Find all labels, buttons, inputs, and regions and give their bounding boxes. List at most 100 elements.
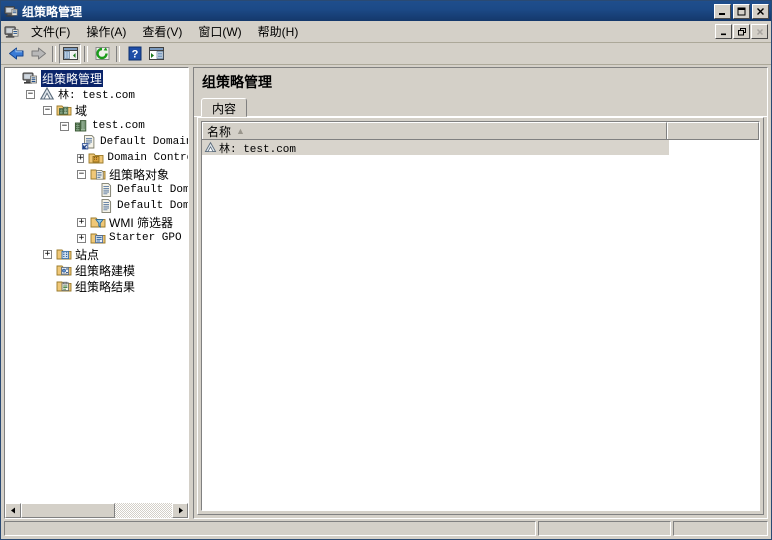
tree-node-label: Default Domain Controllers Policy	[117, 184, 188, 196]
scrollbar-thumb[interactable]	[21, 503, 115, 518]
scroll-left-button[interactable]	[5, 503, 21, 518]
status-bar	[1, 519, 771, 539]
expand-plus-icon[interactable]: +	[77, 217, 86, 227]
gp-results-icon	[56, 278, 72, 294]
tree-node-label: 林: test.com	[58, 90, 136, 102]
tab-panel-contents: 名称 ▲ 林: test.com	[197, 117, 764, 515]
expand-plus-icon[interactable]: +	[77, 153, 85, 163]
expand-plus-icon[interactable]: +	[77, 233, 86, 243]
mdi-minimize-button[interactable]	[715, 24, 732, 39]
maximize-button[interactable]	[733, 3, 750, 19]
listview-rows[interactable]: 林: test.com	[202, 140, 759, 510]
tree-node-4[interactable]: − test.com	[5, 118, 188, 134]
row-label: 林: test.com	[219, 143, 297, 156]
column-blank[interactable]	[667, 122, 759, 139]
tree-node-label: Default Domain Policy	[100, 136, 188, 148]
menu-file[interactable]: 文件(F)	[23, 21, 78, 42]
mdi-restore-button[interactable]	[733, 24, 750, 39]
tree-horizontal-scrollbar[interactable]	[5, 502, 188, 518]
status-secondary	[538, 521, 671, 536]
tree-node-2[interactable]: − 林: test.com	[5, 86, 188, 102]
tree-node-label: Domain Controllers	[107, 152, 188, 164]
show-hide-tree-icon	[62, 47, 78, 60]
menu-bar: 文件(F) 操作(A) 查看(V) 窗口(W) 帮助(H)	[1, 21, 771, 43]
mdi-close-button	[751, 24, 768, 39]
gpmc-console-icon	[22, 70, 38, 86]
mdi-window-buttons	[715, 24, 771, 39]
listview-header[interactable]: 名称 ▲	[202, 122, 759, 140]
workspace: 组策略管理 − 林: test.com − 域 − test.com Default Doma…	[1, 65, 771, 519]
tree-node-6[interactable]: + Domain Controllers	[5, 150, 188, 166]
domain-icon	[73, 118, 89, 134]
tree-node-9[interactable]: Default Domain Policy	[5, 198, 188, 214]
column-label: 名称	[207, 124, 232, 139]
forward-button[interactable]	[27, 44, 49, 64]
help-button[interactable]: ?	[123, 44, 145, 64]
properties-button[interactable]	[145, 44, 167, 64]
forest-icon	[204, 141, 217, 154]
window-buttons	[714, 3, 769, 19]
table-row[interactable]: 林: test.com	[202, 140, 669, 156]
collapse-minus-icon[interactable]: −	[77, 169, 86, 179]
status-main	[4, 521, 536, 536]
scrollbar-track[interactable]	[21, 503, 172, 518]
tree-node-3[interactable]: − 域	[5, 102, 188, 118]
main-toolbar: ?	[1, 43, 771, 65]
minimize-button[interactable]	[714, 3, 731, 19]
tree-node-label: WMI 筛选器	[109, 215, 173, 230]
help-question-icon: ?	[128, 46, 141, 61]
tree-node-13[interactable]: 组策略建模	[5, 262, 188, 278]
tree-node-8[interactable]: Default Domain Controllers Policy	[5, 182, 188, 198]
forward-arrow-icon	[31, 47, 46, 60]
tree-node-10[interactable]: + WMI 筛选器	[5, 214, 188, 230]
tree-node-12[interactable]: + 站点	[5, 246, 188, 262]
tree-node-11[interactable]: + Starter GPO	[5, 230, 188, 246]
svg-text:?: ?	[131, 49, 138, 61]
back-arrow-icon	[8, 47, 23, 60]
sites-icon	[56, 246, 72, 262]
details-pane: 组策略管理 内容 名称 ▲ 林: test.com	[193, 67, 768, 519]
wmi-filter-icon	[90, 214, 106, 230]
gpmc-main-window: 组策略管理 文件(F) 操作(A) 查看(V) 窗口(W) 帮助(H) ? 组策…	[0, 0, 772, 540]
gpmc-console-icon	[4, 4, 18, 18]
tab-contents[interactable]: 内容	[201, 98, 248, 117]
tree-node-label: 组策略结果	[75, 279, 136, 294]
refresh-button[interactable]	[91, 44, 113, 64]
gp-modeling-icon	[56, 262, 72, 278]
scroll-right-button[interactable]	[172, 503, 188, 518]
console-tree-pane: 组策略管理 − 林: test.com − 域 − test.com Default Doma…	[4, 67, 189, 519]
show-tree-button[interactable]	[59, 43, 81, 64]
window-titlebar[interactable]: 组策略管理	[1, 1, 771, 21]
collapse-minus-icon[interactable]: −	[26, 89, 35, 99]
menu-help[interactable]: 帮助(H)	[250, 21, 307, 42]
gpo-icon	[98, 198, 114, 214]
close-button[interactable]	[752, 3, 769, 19]
toolbar-separator	[52, 45, 56, 62]
tree-node-label: Starter GPO	[109, 232, 182, 244]
collapse-minus-icon[interactable]: −	[60, 121, 69, 131]
cell-name: 林: test.com	[204, 140, 296, 156]
forest-icon	[39, 86, 55, 102]
window-title: 组策略管理	[22, 4, 83, 19]
tree-node-5[interactable]: Default Domain Policy	[5, 134, 188, 150]
console-tree[interactable]: 组策略管理 − 林: test.com − 域 − test.com Default Doma…	[5, 68, 188, 502]
menu-action[interactable]: 操作(A)	[78, 21, 134, 42]
tree-node-1[interactable]: 组策略管理	[5, 69, 188, 87]
details-header: 组策略管理	[194, 68, 767, 96]
tree-node-label: test.com	[92, 120, 145, 132]
forest-listview[interactable]: 名称 ▲ 林: test.com	[201, 121, 760, 511]
tree-node-7[interactable]: − 组策略对象	[5, 166, 188, 182]
tree-node-14[interactable]: 组策略结果	[5, 278, 188, 294]
expand-plus-icon[interactable]: +	[43, 249, 52, 259]
column-name[interactable]: 名称 ▲	[202, 122, 667, 139]
collapse-minus-icon[interactable]: −	[43, 105, 52, 115]
refresh-icon	[95, 47, 109, 60]
back-button[interactable]	[5, 44, 27, 64]
toolbar-separator	[116, 45, 120, 62]
menu-view[interactable]: 查看(V)	[134, 21, 190, 42]
menu-window[interactable]: 窗口(W)	[190, 21, 249, 42]
gpo-link-icon	[81, 134, 97, 150]
